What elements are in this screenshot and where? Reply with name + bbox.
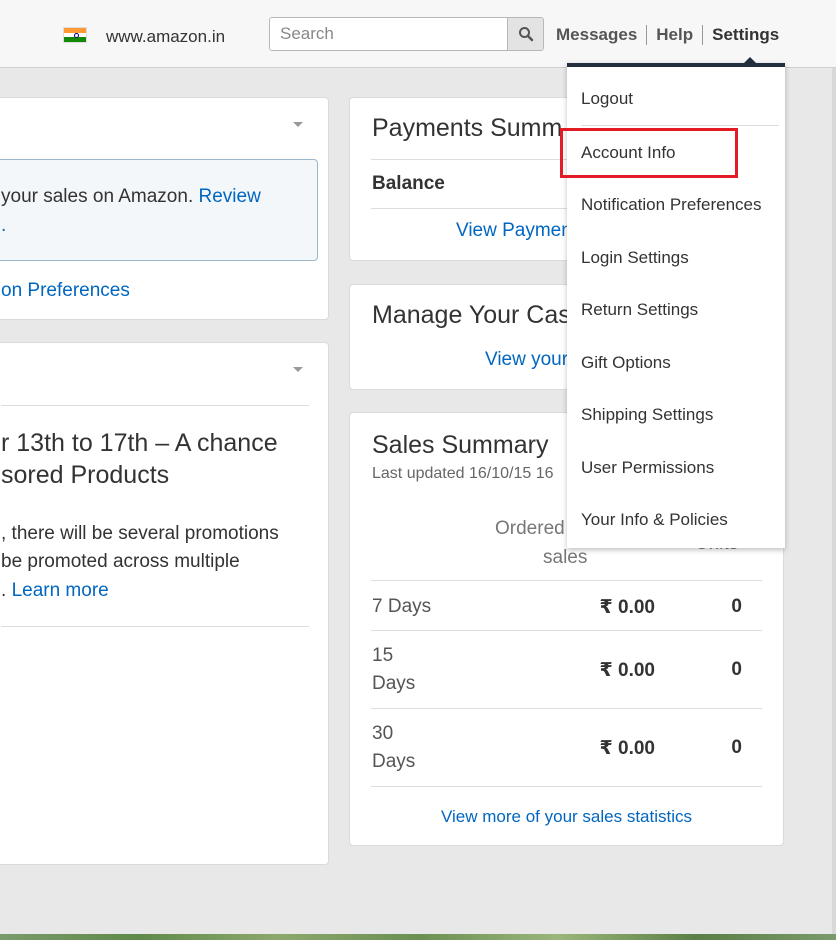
period-label: 30 [372, 723, 394, 744]
period-label-cont: Days [372, 751, 416, 772]
notifications-card: your sales on Amazon. Review . on Prefer… [0, 97, 329, 320]
menu-item-user-permissions[interactable]: User Permissions [581, 458, 714, 478]
notification-text-cont: . [1, 215, 7, 236]
menu-divider [581, 125, 779, 126]
review-link[interactable]: Review [199, 186, 261, 207]
search-button[interactable] [507, 18, 543, 50]
units-value: 0 [731, 737, 742, 758]
search-icon [518, 27, 533, 42]
menu-item-gift-options[interactable]: Gift Options [581, 353, 671, 373]
menu-item-notification-preferences[interactable]: Notification Preferences [581, 195, 761, 215]
menu-item-your-info-policies[interactable]: Your Info & Policies [581, 510, 728, 530]
units-value: 0 [731, 596, 742, 617]
search-input[interactable] [270, 18, 508, 50]
period-label-cont: Days [372, 673, 416, 694]
news-body-end: . Learn more [1, 580, 109, 601]
search-box [269, 17, 544, 51]
period-label: 15 [372, 645, 394, 666]
news-body: , there will be several promotions [1, 523, 279, 544]
ordered-sales-value: ₹ 0.00 [599, 738, 655, 759]
menu-item-return-settings[interactable]: Return Settings [581, 300, 698, 320]
notification-preferences-link[interactable]: on Preferences [1, 280, 130, 302]
units-value: 0 [731, 659, 742, 680]
india-flag-icon [63, 27, 87, 43]
card-options-arrow-icon[interactable] [293, 122, 303, 127]
payments-title: Payments Summ [372, 114, 563, 142]
sales-title: Sales Summary [372, 431, 549, 459]
nav-divider [646, 25, 648, 45]
help-link[interactable]: Help [656, 25, 693, 45]
card-options-arrow-icon[interactable] [293, 367, 303, 372]
notification-message [0, 159, 318, 261]
divider [371, 630, 762, 631]
divider [1, 626, 309, 627]
account-info-highlight-box [560, 128, 738, 178]
ordered-sales-header: Ordered [495, 518, 565, 539]
ordered-sales-value: ₹ 0.00 [599, 660, 655, 681]
top-header: www.amazon.in Messages Help Settings [0, 0, 836, 68]
nav-divider [702, 25, 704, 45]
divider [1, 405, 309, 406]
marketplace-name[interactable]: www.amazon.in [106, 27, 225, 47]
ordered-sales-value: ₹ 0.00 [599, 597, 655, 618]
news-headline-cont: sored Products [1, 461, 170, 489]
last-updated: Last updated 16/10/15 16 [372, 465, 554, 482]
news-card: r 13th to 17th – A chance sored Products… [0, 342, 329, 865]
cases-title: Manage Your Cas [372, 301, 571, 329]
ordered-sales-header-cont: sales [543, 547, 588, 568]
balance-label: Balance [372, 173, 445, 194]
desktop-background-strip [0, 934, 836, 940]
view-sales-statistics-link[interactable]: View more of your sales statistics [350, 807, 783, 827]
menu-item-login-settings[interactable]: Login Settings [581, 248, 689, 268]
view-cases-link[interactable]: View your [485, 349, 568, 371]
page-edge [832, 68, 836, 934]
menu-item-logout[interactable]: Logout [581, 89, 633, 109]
notification-text: your sales on Amazon. Review [1, 186, 261, 207]
period-label: 7 Days [372, 596, 432, 617]
learn-more-link[interactable]: Learn more [12, 580, 109, 601]
news-body-cont: be promoted across multiple [1, 551, 240, 572]
menu-item-shipping-settings[interactable]: Shipping Settings [581, 405, 713, 425]
divider [371, 786, 762, 787]
divider [371, 580, 762, 581]
top-nav: Messages Help Settings [556, 25, 779, 45]
divider [371, 708, 762, 709]
messages-link[interactable]: Messages [556, 25, 637, 45]
settings-link[interactable]: Settings [712, 25, 779, 45]
view-payments-link[interactable]: View Paymen [456, 220, 572, 242]
news-headline: r 13th to 17th – A chance [1, 429, 278, 457]
